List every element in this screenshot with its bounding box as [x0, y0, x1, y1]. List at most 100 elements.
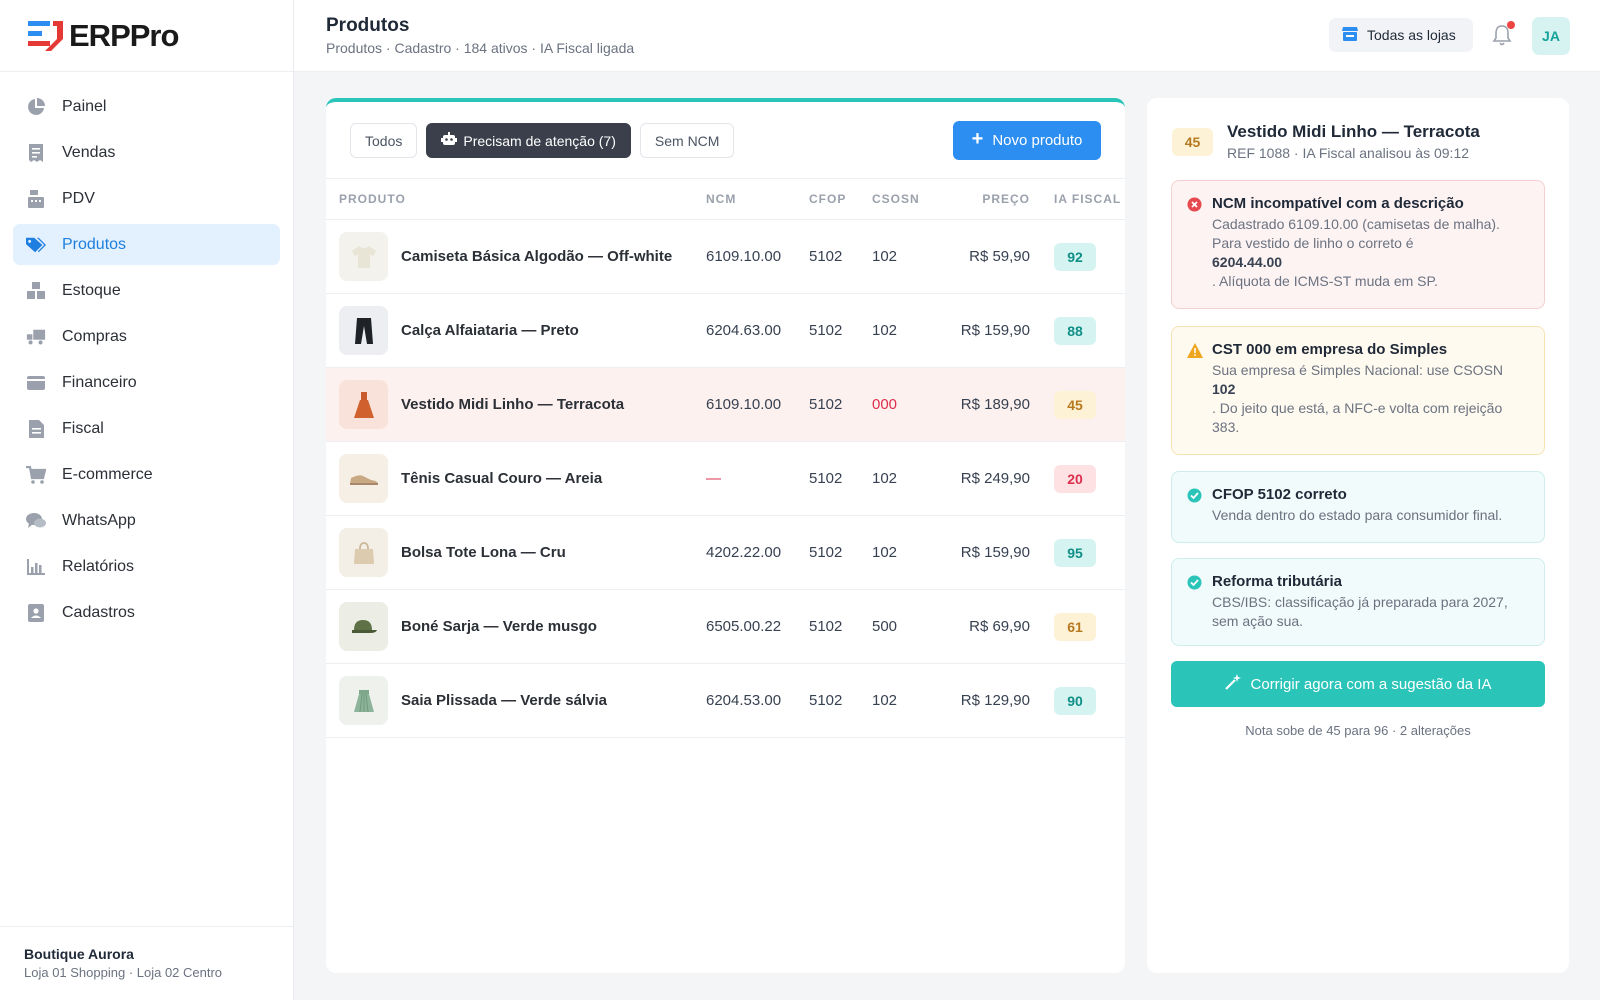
notifications-button[interactable] [1492, 21, 1516, 48]
filter-tabs: Todos Precisam de atenção (7) Sem NCM [350, 123, 735, 158]
error-x-icon [1187, 197, 1202, 212]
sidebar-item-cadastros[interactable]: Cadastros [13, 592, 280, 633]
check-card-cfop[interactable]: CFOP 5102 correto Venda dentro do estado… [1171, 471, 1545, 543]
sidebar-item-financeiro[interactable]: Financeiro [13, 362, 280, 403]
cfop-cell: 5102 [809, 248, 843, 265]
ia-score-badge: 20 [1054, 464, 1096, 493]
new-product-button[interactable]: + Novo produto [953, 121, 1101, 160]
sidebar-item-label: Estoque [62, 281, 121, 299]
ia-score-badge: 92 [1054, 242, 1096, 271]
cfop-cell: 5102 [809, 618, 843, 635]
detail-title: Vestido Midi Linho — Terracota [1227, 122, 1480, 141]
ia-score-badge: 61 [1054, 612, 1096, 641]
sidebar-item-relatorios[interactable]: Relatórios [13, 546, 280, 587]
store-branches: Loja 01 Shopping · Loja 02 Centro [24, 965, 223, 980]
sidebar: ERPPro Painel Vendas PDV Produtos Estoqu… [0, 0, 294, 1000]
sidebar-item-produtos[interactable]: Produtos [13, 224, 280, 265]
column-header-preco[interactable]: PREÇO [942, 179, 1054, 220]
tab-sem-ncm[interactable]: Sem NCM [639, 123, 735, 158]
table-row-selected[interactable]: Vestido Midi Linho — Terracota 6109.10.0… [326, 367, 1125, 442]
issue-text-part: . Do jeito que está, a NFC-e volta com r… [1212, 400, 1503, 435]
sidebar-item-whatsapp[interactable]: WhatsApp [13, 500, 280, 541]
robot-icon [441, 132, 458, 149]
sidebar-item-vendas[interactable]: Vendas [13, 132, 280, 173]
tag-icon [26, 235, 46, 255]
user-avatar[interactable]: JA [1532, 17, 1570, 55]
issue-card-ncm[interactable]: NCM incompatível com a descrição Cadastr… [1171, 180, 1545, 309]
table-row[interactable]: Bolsa Tote Lona — Cru 4202.22.00 5102 10… [326, 516, 1125, 590]
sidebar-item-e-commerce[interactable]: E-commerce [13, 454, 280, 495]
skirt-icon [339, 676, 388, 725]
check-title: Reforma tributária [1212, 573, 1343, 590]
table-row[interactable]: Tênis Casual Couro — Areia — 5102 102 R$… [326, 442, 1125, 516]
issue-text-part: Cadastrado 6109.10.00 (camisetas de malh… [1212, 216, 1500, 251]
store-selector-label: Todas as lojas [1367, 27, 1456, 43]
cfop-cell: 5102 [809, 692, 843, 709]
top-header: Produtos Produtos · Cadastro · 184 ativo… [294, 0, 1600, 72]
store-info[interactable]: Boutique Aurora Loja 01 Shopping · Loja … [0, 926, 293, 1000]
cap-icon [339, 602, 388, 651]
column-header-produto[interactable]: PRODUTO [326, 179, 706, 220]
bar-chart-icon [26, 557, 46, 577]
ia-score-badge: 95 [1054, 538, 1096, 567]
product-name: Calça Alfaiataria — Preto [401, 322, 579, 339]
sidebar-item-fiscal[interactable]: Fiscal [13, 408, 280, 449]
price-cell: R$ 159,90 [960, 322, 1030, 339]
issue-title: CST 000 em empresa do Simples [1212, 341, 1448, 358]
store-selector[interactable]: Todas as lojas [1329, 18, 1473, 52]
check-text: Venda dentro do estado para consumidor f… [1212, 507, 1503, 523]
table-row[interactable]: Saia Plissada — Verde sálvia 6204.53.00 … [326, 664, 1125, 738]
table-row[interactable]: Camiseta Básica Algodão — Off-white 6109… [326, 220, 1125, 294]
sidebar-item-estoque[interactable]: Estoque [13, 270, 280, 311]
issue-text: Sua empresa é Simples Nacional: use CSOS… [1212, 361, 1528, 437]
bag-icon [339, 528, 388, 577]
contact-card-icon [26, 603, 46, 623]
cfop-cell: 5102 [809, 544, 843, 561]
table-row[interactable]: Calça Alfaiataria — Preto 6204.63.00 510… [326, 294, 1125, 368]
sidebar-item-label: Relatórios [62, 557, 135, 575]
sidebar-item-compras[interactable]: Compras [13, 316, 280, 357]
breadcrumb: Produtos · Cadastro · 184 ativos · IA Fi… [326, 40, 635, 56]
shoe-icon [339, 454, 388, 503]
column-header-ncm[interactable]: NCM [706, 179, 809, 220]
ia-score-badge: 45 [1054, 390, 1096, 419]
ncm-cell: 6204.63.00 [706, 322, 782, 339]
column-header-ia-fiscal[interactable]: IA FISCAL [1054, 179, 1125, 220]
pants-icon [339, 306, 388, 355]
ncm-cell: 6109.10.00 [706, 248, 782, 265]
truck-icon [26, 327, 46, 347]
logo-mark-icon [27, 19, 65, 53]
sidebar-item-label: E-commerce [62, 465, 153, 483]
issue-text-part: . Alíquota de ICMS-ST muda em SP. [1212, 273, 1438, 289]
chat-icon [26, 511, 46, 531]
tab-precisam-de-atencao[interactable]: Precisam de atenção (7) [426, 123, 631, 158]
sidebar-item-pdv[interactable]: PDV [13, 178, 280, 219]
pie-chart-icon [26, 97, 46, 117]
boxes-icon [26, 281, 46, 301]
sidebar-item-label: Compras [62, 327, 127, 345]
apply-ai-fix-button[interactable]: Corrigir agora com a sugestão da IA [1171, 661, 1545, 707]
column-header-cfop[interactable]: CFOP [809, 179, 872, 220]
cash-register-icon [26, 189, 46, 209]
plus-icon: + [971, 128, 984, 150]
sidebar-nav: Painel Vendas PDV Produtos Estoque Compr… [0, 72, 293, 633]
column-header-csosn[interactable]: CSOSN [872, 179, 942, 220]
ia-score-badge: 90 [1054, 686, 1096, 715]
sidebar-item-label: Cadastros [62, 603, 135, 621]
ncm-cell: 6204.53.00 [706, 692, 782, 709]
product-name: Saia Plissada — Verde sálvia [401, 692, 607, 709]
sidebar-item-painel[interactable]: Painel [13, 86, 280, 127]
issue-card-cst[interactable]: CST 000 em empresa do Simples Sua empres… [1171, 326, 1545, 455]
product-name: Vestido Midi Linho — Terracota [401, 396, 625, 413]
price-cell: R$ 159,90 [960, 544, 1030, 561]
tab-label: Todos [365, 132, 403, 149]
table-row[interactable]: Boné Sarja — Verde musgo 6505.00.22 5102… [326, 590, 1125, 664]
warning-triangle-icon [1187, 343, 1203, 358]
logo[interactable]: ERPPro [0, 0, 293, 72]
product-name: Tênis Casual Couro — Areia [401, 470, 603, 487]
csosn-cell: 102 [872, 470, 898, 487]
tab-todos[interactable]: Todos [350, 123, 418, 158]
price-cell: R$ 249,90 [960, 470, 1030, 487]
sidebar-item-label: Financeiro [62, 373, 137, 391]
check-card-reforma[interactable]: Reforma tributária CBS/IBS: classificaçã… [1171, 558, 1545, 646]
